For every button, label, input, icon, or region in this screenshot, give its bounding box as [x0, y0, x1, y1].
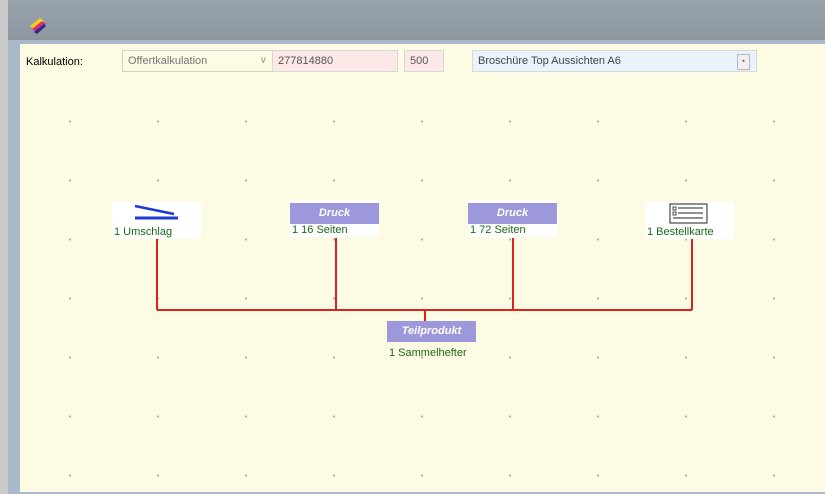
chevron-down-icon: ∨: [259, 55, 267, 66]
calc-number-field[interactable]: 277814880: [272, 50, 398, 72]
node-umschlag[interactable]: 1 Umschlag: [112, 202, 201, 239]
calc-number-value: 277814880: [278, 55, 334, 67]
quantity-value: 500: [410, 55, 429, 67]
toolbar: Kalkulation: Offertkalkulation ∨ 2778148…: [20, 44, 825, 78]
card-icon: [669, 203, 708, 224]
dropdown-button-icon[interactable]: ▪: [737, 54, 750, 70]
node-caption: 1 16 Seiten: [292, 224, 348, 236]
druck-badge-label: Druck: [496, 207, 529, 219]
druck-badge-label: Druck: [318, 207, 351, 219]
title-bar: [8, 0, 825, 40]
product-select[interactable]: Broschüre Top Aussichten A6 ▪: [472, 50, 757, 72]
quantity-field[interactable]: 500: [404, 50, 444, 72]
druck-badge: Druck: [290, 203, 379, 224]
calc-type-select[interactable]: Offertkalkulation ∨: [122, 50, 274, 72]
app-logo-icon: [30, 18, 46, 34]
cover-icon: [134, 204, 178, 220]
product-structure-canvas: 1 Umschlag Druck 1 16 Seiten Druck 1 72 …: [20, 78, 825, 492]
teilprodukt-label: Teilprodukt: [401, 325, 462, 337]
node-caption: 1 Bestellkarte: [647, 226, 714, 238]
app-window: Kalkulation: Offertkalkulation ∨ 2778148…: [8, 0, 825, 494]
product-name-value: Broschüre Top Aussichten A6: [478, 55, 621, 67]
node-caption: 1 72 Seiten: [470, 224, 526, 236]
node-bestellkarte[interactable]: 1 Bestellkarte: [645, 202, 734, 239]
connector-lines: [156, 238, 693, 321]
teilprodukt-badge[interactable]: Teilprodukt: [387, 321, 476, 342]
node-caption: 1 Umschlag: [114, 226, 173, 238]
node-16-seiten[interactable]: Druck 1 16 Seiten: [290, 200, 379, 237]
kalkulation-label: Kalkulation:: [26, 56, 83, 68]
calc-type-value: Offertkalkulation: [128, 55, 208, 67]
druck-badge: Druck: [468, 203, 557, 224]
node-72-seiten[interactable]: Druck 1 72 Seiten: [468, 200, 557, 237]
teilprodukt-caption: 1 Sammelhefter: [389, 347, 467, 359]
